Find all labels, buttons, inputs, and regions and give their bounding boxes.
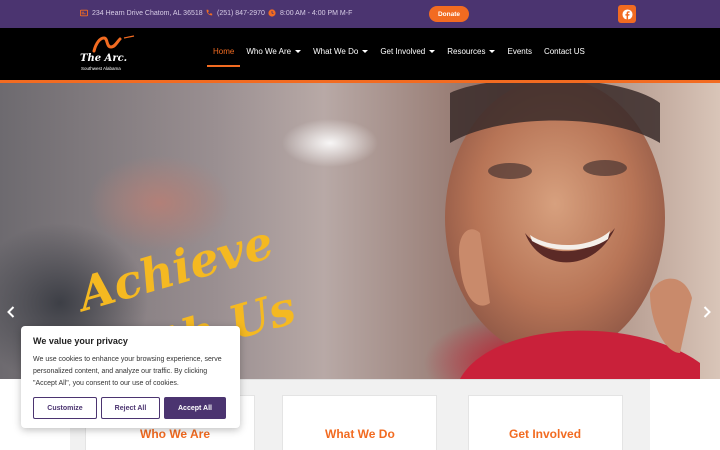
chevron-down-icon [429, 50, 436, 53]
chevron-down-icon [362, 50, 369, 53]
chevron-left-icon [7, 306, 15, 318]
logo-subtitle: Southwest Alabama [81, 66, 121, 71]
arc-logo-mark [92, 35, 135, 53]
clock-icon [268, 9, 276, 17]
hero-photo [445, 83, 700, 379]
chevron-right-icon [703, 306, 711, 318]
top-info-bar: 234 Hearn Drive Chatom, AL 36518 (251) 8… [0, 0, 720, 28]
nav-label: Who We Are [246, 47, 292, 56]
nav-item-home[interactable]: Home [207, 44, 241, 67]
cookie-consent-banner: We value your privacy We use cookies to … [21, 326, 240, 428]
site-logo[interactable]: The Arc. Southwest Alabama [78, 35, 138, 75]
card-title-who-we-are[interactable]: Who We Are [140, 427, 210, 441]
logo-name: The Arc. [80, 53, 128, 64]
phone-info[interactable]: (251) 847-2970 [205, 9, 265, 17]
phone-icon [206, 9, 213, 16]
card-get-involved[interactable] [468, 395, 623, 450]
facebook-icon [621, 8, 633, 20]
chevron-down-icon [295, 50, 302, 53]
accept-all-button[interactable]: Accept All [164, 397, 226, 419]
nav-item-who-we-are[interactable]: Who We Are [240, 44, 307, 59]
facebook-button[interactable] [618, 5, 636, 23]
nav-item-resources[interactable]: Resources [441, 44, 501, 59]
address-info: 234 Hearn Drive Chatom, AL 36518 [80, 9, 203, 17]
cookie-title: We value your privacy [33, 336, 128, 346]
nav-label: Events [507, 47, 532, 56]
nav-item-get-involved[interactable]: Get Involved [374, 44, 441, 59]
card-title-get-involved[interactable]: Get Involved [509, 427, 581, 441]
card-what-we-do[interactable] [282, 395, 437, 450]
nav-item-contact-us[interactable]: Contact US [538, 44, 591, 59]
main-menu: Home Who We Are What We Do Get Involved … [207, 44, 591, 67]
slider-next-button[interactable] [703, 305, 711, 321]
hours-info: 8:00 AM - 4:00 PM M-F [268, 9, 352, 17]
page: 234 Hearn Drive Chatom, AL 36518 (251) 8… [0, 0, 720, 450]
nav-label: Contact US [543, 47, 585, 56]
nav-label: Resources [447, 47, 486, 56]
phone-text: (251) 847-2970 [217, 9, 265, 17]
cookie-text: We use cookies to enhance your browsing … [33, 356, 222, 387]
address-text: 234 Hearn Drive Chatom, AL 36518 [92, 9, 203, 17]
nav-label: Get Involved [380, 47, 426, 56]
customize-button[interactable]: Customize [33, 397, 97, 419]
nav-item-events[interactable]: Events [501, 44, 537, 59]
slider-prev-button[interactable] [7, 305, 15, 321]
chevron-down-icon [489, 50, 496, 53]
card-title-what-we-do[interactable]: What We Do [325, 427, 395, 441]
nav-label: Home [213, 47, 235, 56]
hours-text: 8:00 AM - 4:00 PM M-F [280, 9, 353, 17]
donate-button[interactable]: Donate [429, 6, 469, 22]
nav-label: What We Do [313, 47, 359, 56]
reject-all-button[interactable]: Reject All [101, 397, 160, 419]
map-card-icon [80, 9, 88, 17]
nav-item-what-we-do[interactable]: What We Do [307, 44, 374, 59]
